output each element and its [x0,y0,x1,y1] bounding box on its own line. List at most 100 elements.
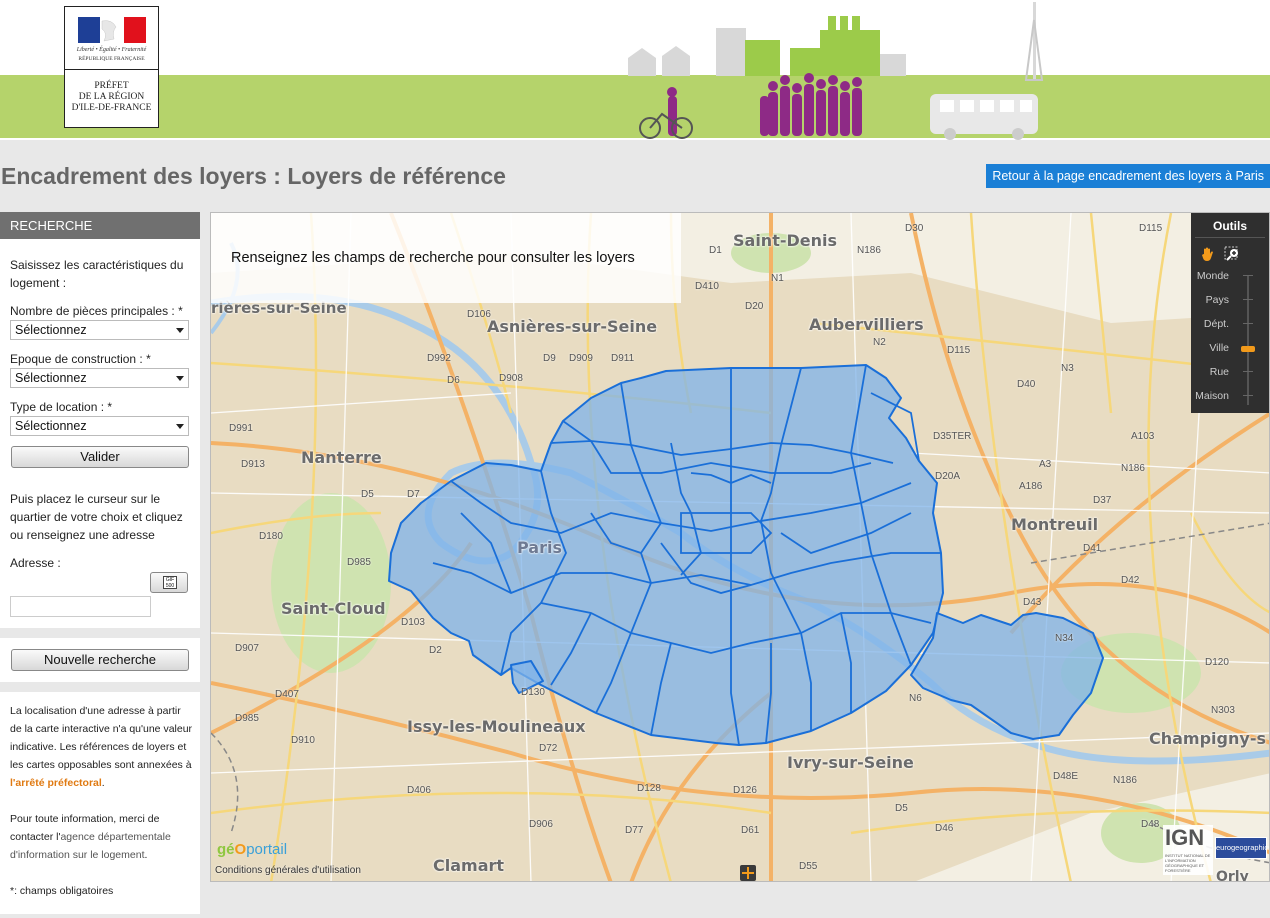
geocode-icon: GIF 500 [163,576,177,589]
zoom-level-dept[interactable]: Dépt. [1204,318,1229,330]
rental-type-label: Type de location : * [10,400,113,414]
road-label: D2 [429,645,442,656]
site-header: Liberté • Égalité • Fraternité RÉPUBLIQU… [0,0,1270,140]
tools-title: Outils [1212,219,1247,233]
road-label: D911 [611,353,635,364]
road-label: D9 [543,353,556,364]
zoom-level-pays[interactable]: Pays [1206,294,1229,306]
rooms-select-value: Sélectionnez [15,323,87,337]
road-label: N186 [1113,775,1137,786]
zoom-level-maison[interactable]: Maison [1195,390,1229,402]
zoom-slider-thumb[interactable] [1241,346,1255,352]
search-heading: RECHERCHE [0,212,200,239]
road-label: N186 [1121,463,1145,474]
info-panel: La localisation d'une adresse à partir d… [0,692,200,914]
contact-text: Pour toute information, merci de contact… [10,813,171,861]
road-label: A3 [1039,459,1052,470]
place-label: Paris [517,538,562,557]
geocode-button[interactable]: GIF 500 [150,572,188,593]
logo-prefecture-name: PRÉFET DE LA RÉGION D'ILE-DE-FRANCE [71,81,152,113]
place-label: Nanterre [301,448,382,467]
zoom-slider-track[interactable] [1247,275,1249,405]
chevron-down-icon [176,376,184,381]
place-label: Saint-Cloud [281,599,386,618]
road-label: D77 [625,825,644,836]
terms-of-use-link[interactable]: Conditions générales d'utilisation [215,865,361,876]
road-label: D115 [1139,223,1163,234]
pan-hand-icon[interactable] [1199,245,1217,263]
road-label: D6 [447,375,460,386]
pan-cross-icon[interactable] [740,865,756,881]
road-label: N2 [873,337,886,348]
road-label: D180 [259,531,283,542]
road-label: N303 [1211,705,1235,716]
geoportail-logo: géOportail [217,841,288,858]
road-label: D43 [1023,597,1042,608]
zoom-level-monde[interactable]: Monde [1197,270,1229,282]
road-label: D103 [401,617,425,628]
map-tools-panel: Outils Monde Pays Dépt. Ville Rue Maison [1191,213,1269,413]
place-label: Saint-Denis [733,231,838,250]
road-label: D41 [1083,543,1102,554]
road-label: D909 [569,353,593,364]
road-label: D35TER [933,431,972,442]
road-label: D906 [529,819,553,830]
place-label: Champigny-s [1149,729,1266,748]
zoom-box-icon[interactable] [1223,245,1241,263]
road-label: D115 [947,345,971,356]
road-label: D61 [741,825,760,836]
page-title: Encadrement des loyers : Loyers de référ… [1,163,506,189]
place-label: Orly [1216,869,1249,882]
interactive-map[interactable]: Saint-Denis Asnières-sur-Seine Aubervill… [210,212,1270,882]
road-label: D30 [905,223,924,234]
road-label: D406 [407,785,431,796]
road-label: D7 [407,489,420,500]
search-hint-overlay: Renseignez les champs de recherche pour … [211,213,681,303]
rental-type-select-value: Sélectionnez [15,419,87,433]
validate-button[interactable]: Valider [11,446,189,468]
road-label: D46 [935,823,954,834]
road-label: N186 [857,245,881,256]
prefectoral-order-link[interactable]: l'arrêté préfectoral [10,777,102,789]
back-to-paris-link[interactable]: Retour à la page encadrement des loyers … [986,164,1270,188]
map-basemap [211,213,1269,881]
road-label: D985 [235,713,259,724]
zoom-level-ville[interactable]: Ville [1209,342,1229,354]
road-label: D72 [539,743,558,754]
rental-type-select[interactable]: Sélectionnez [10,416,189,436]
address-input[interactable] [10,596,151,617]
road-label: A103 [1131,431,1155,442]
place-label: Aubervilliers [809,315,924,334]
road-label: D55 [799,861,818,872]
zoom-level-rue[interactable]: Rue [1210,366,1229,378]
place-label: Montreuil [1011,515,1099,534]
chevron-down-icon [176,424,184,429]
road-label: N6 [909,693,922,704]
logo-separator [65,69,158,70]
ign-logo: IGN INSTITUT NATIONAL DE L'INFORMATION G… [1163,825,1213,875]
road-label: N34 [1055,633,1074,644]
road-label: D130 [521,687,545,698]
new-search-panel: Nouvelle recherche [0,638,200,682]
search-panel: RECHERCHE Saisissez les caractéristiques… [0,212,200,628]
logo-motto: Liberté • Égalité • Fraternité [76,47,147,53]
road-label: A186 [1019,481,1043,492]
place-label: Ivry-sur-Seine [787,753,914,772]
road-label: D48E [1053,771,1079,782]
search-intro: Saisissez les caractéristiques du logeme… [10,258,184,290]
road-label: D910 [291,735,315,746]
construction-era-select[interactable]: Sélectionnez [10,368,189,388]
road-label: D5 [361,489,374,500]
road-label: D407 [275,689,299,700]
rooms-select[interactable]: Sélectionnez [10,320,189,340]
disclaimer-text: La localisation d'une adresse à partir d… [10,705,193,789]
place-cursor-instructions: Puis placez le curseur sur le quartier d… [10,492,183,542]
banner-illustration [0,0,1270,140]
road-label: D37 [1093,495,1112,506]
road-label: D991 [229,423,253,434]
place-label: Clamart [433,856,505,875]
new-search-button[interactable]: Nouvelle recherche [11,649,189,671]
construction-era-select-value: Sélectionnez [15,371,87,385]
road-label: N1 [771,273,784,284]
road-label: D1 [709,245,722,256]
